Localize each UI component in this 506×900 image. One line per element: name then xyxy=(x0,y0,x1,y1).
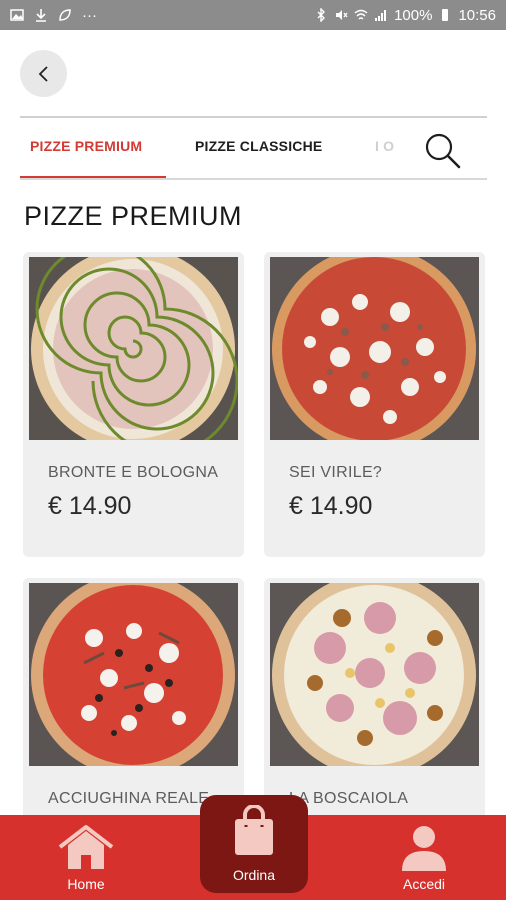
shopping-bag-icon xyxy=(235,805,273,855)
product-image xyxy=(29,583,238,766)
order-button[interactable]: Ordina xyxy=(200,795,308,893)
user-icon xyxy=(402,826,446,871)
tabs-divider xyxy=(20,178,487,180)
section-title: PIZZE PREMIUM xyxy=(24,201,243,231)
search-icon xyxy=(425,133,461,169)
tab-third-category[interactable]: I O xyxy=(375,138,394,154)
product-name: SEI VIRILE? xyxy=(289,464,383,481)
nav-accedi[interactable]: Accedi xyxy=(386,815,462,900)
more-notifications: ··· xyxy=(82,6,97,24)
product-name: ACCIUGHINA REALE xyxy=(48,790,210,807)
status-bar: ··· 100% 10:56 xyxy=(0,0,506,30)
clock: 10:56 xyxy=(458,6,496,24)
back-button[interactable] xyxy=(20,50,67,97)
signal-icon xyxy=(375,10,387,21)
wifi-icon xyxy=(354,9,368,20)
product-price: € 14.90 xyxy=(48,492,132,520)
download-icon xyxy=(36,9,46,22)
product-price: € 14.90 xyxy=(289,492,373,520)
header-divider xyxy=(20,116,487,118)
search-button[interactable] xyxy=(422,130,464,172)
product-name: BRONTE E BOLOGNA xyxy=(48,464,219,481)
battery-percent: 100% xyxy=(394,6,433,24)
tab-pizze-premium[interactable]: PIZZE PREMIUM xyxy=(30,138,142,154)
product-image xyxy=(29,257,238,440)
home-icon xyxy=(58,825,114,869)
chevron-left-icon xyxy=(38,65,48,82)
nav-home-label: Home xyxy=(67,876,105,892)
product-image xyxy=(270,257,479,440)
status-left-icons: ··· xyxy=(10,7,97,24)
bluetooth-icon xyxy=(317,8,326,22)
leaf-icon xyxy=(59,9,71,21)
battery-icon xyxy=(442,9,449,21)
nav-accedi-label: Accedi xyxy=(402,876,446,892)
status-right-icons: 100% 10:56 xyxy=(314,7,496,24)
product-card[interactable]: SEI VIRILE? € 14.90 xyxy=(264,252,485,557)
product-image xyxy=(270,583,479,766)
product-card[interactable]: BRONTE E BOLOGNA € 14.90 xyxy=(23,252,244,557)
order-label: Ordina xyxy=(232,867,276,883)
mute-icon xyxy=(336,10,348,20)
nav-home[interactable]: Home xyxy=(48,815,124,900)
tab-pizze-classiche[interactable]: PIZZE CLASSICHE xyxy=(195,138,322,154)
image-icon xyxy=(10,9,24,21)
category-tabs: PIZZE PREMIUM PIZZE CLASSICHE I O xyxy=(20,120,487,180)
